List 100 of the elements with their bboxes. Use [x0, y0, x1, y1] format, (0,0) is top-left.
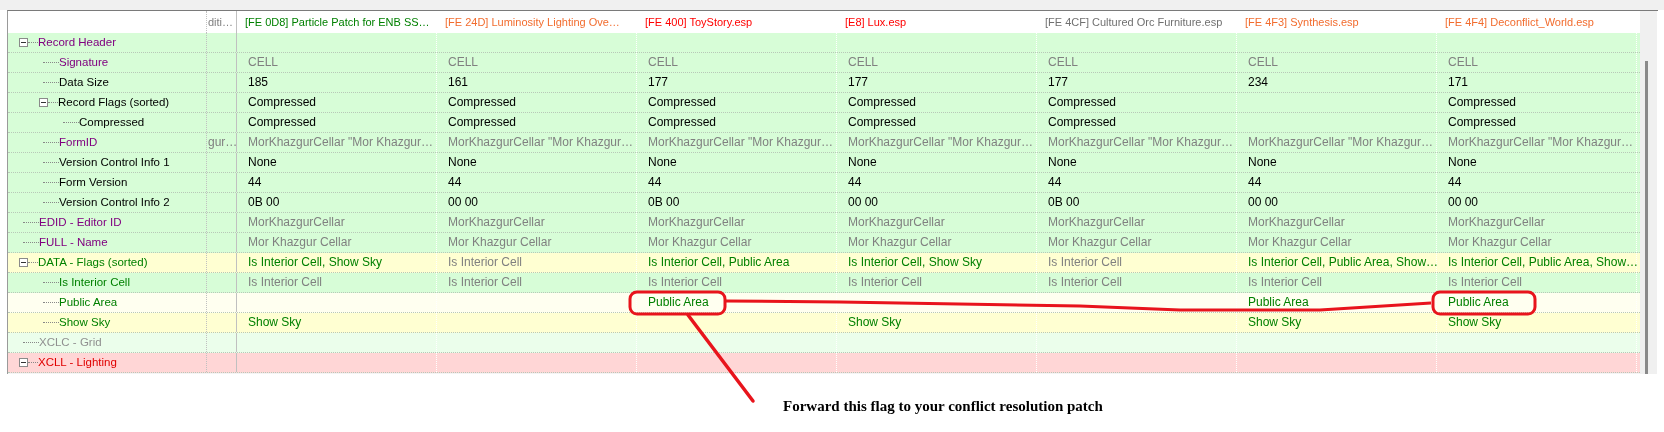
table-cell: Mor Khazgur Cellar	[1448, 235, 1552, 249]
table-cell: Show Sky	[1248, 315, 1302, 329]
table-cell: Public Area	[1448, 295, 1509, 309]
table-cell: Is Interior Cell	[648, 275, 723, 289]
table-cell: Compressed	[448, 95, 517, 109]
table-cell: MorKhazgurCellar "Mor Khazgur…	[1248, 135, 1433, 149]
table-cell: 177	[1048, 75, 1069, 89]
table-cell: MorKhazgurCellar "Mor Khazgur…	[1448, 135, 1633, 149]
table-cell: 0B 00	[1048, 195, 1080, 209]
tree-label[interactable]: Public Area	[59, 293, 118, 312]
table-cell: 0B 00	[248, 195, 280, 209]
table-cell: Compressed	[248, 115, 317, 129]
table-cell: Mor Khazgur Cellar	[248, 235, 352, 249]
table-cell: Compressed	[848, 115, 917, 129]
table-cell: MorKhazgurCellar	[648, 215, 745, 229]
table-cell: 177	[648, 75, 669, 89]
tree-label[interactable]: Record Flags (sorted)	[58, 93, 170, 112]
annotation-text: Forward this flag to your conflict resolution patch	[782, 398, 1104, 415]
table-cell: None	[448, 155, 477, 169]
table-cell: 177	[848, 75, 869, 89]
tree-label[interactable]: Version Control Info 1	[59, 153, 170, 172]
table-cell: None	[1448, 155, 1477, 169]
table-cell: MorKhazgurCellar	[1448, 215, 1545, 229]
tree-label[interactable]: XCLC - Grid	[39, 333, 102, 352]
collapse-icon[interactable]	[39, 98, 48, 107]
table-cell: MorKhazgurCellar	[848, 215, 945, 229]
table-cell: Is Interior Cell	[848, 275, 923, 289]
table-cell: Is Interior Cell	[1248, 275, 1323, 289]
table-cell: Compressed	[1048, 95, 1117, 109]
tree-label[interactable]: Is Interior Cell	[59, 273, 130, 292]
tree-label[interactable]: Record Header	[38, 33, 116, 52]
table-cell: 00 00	[448, 195, 479, 209]
table-cell: Is Interior Cell, Show Sky	[248, 255, 383, 269]
table-cell: Is Interior Cell	[1048, 255, 1123, 269]
table-cell: Compressed	[648, 95, 717, 109]
table-cell: gur…	[208, 135, 238, 149]
tree-label[interactable]: Compressed	[79, 113, 145, 132]
table-cell: MorKhazgurCellar	[448, 215, 545, 229]
table-cell: None	[848, 155, 877, 169]
table-cell: 44	[1248, 175, 1262, 189]
table-cell: Compressed	[248, 95, 317, 109]
table-cell: Is Interior Cell, Public Area, Show…	[1248, 255, 1439, 269]
tree-label[interactable]: Show Sky	[59, 313, 111, 332]
scrollbar-thumb[interactable]	[1645, 61, 1648, 374]
table-cell: CELL	[1248, 55, 1279, 69]
table-cell: Is Interior Cell	[448, 255, 523, 269]
tree-label[interactable]: FULL - Name	[39, 233, 108, 252]
tree-label[interactable]: Signature	[59, 53, 109, 72]
table-cell: CELL	[648, 55, 679, 69]
tree-label[interactable]: EDID - Editor ID	[39, 213, 122, 232]
table-cell: MorKhazgurCellar	[1048, 215, 1145, 229]
collapse-icon[interactable]	[19, 358, 28, 367]
table-cell: Is Interior Cell	[1448, 275, 1523, 289]
table-cell: MorKhazgurCellar	[1248, 215, 1345, 229]
table-cell: CELL	[248, 55, 279, 69]
table-cell: None	[248, 155, 277, 169]
table-cell: 171	[1448, 75, 1469, 89]
collapse-icon[interactable]	[19, 258, 28, 267]
table-cell: MorKhazgurCellar "Mor Khazgur…	[448, 135, 633, 149]
table-cell: Mor Khazgur Cellar	[648, 235, 752, 249]
table-cell: MorKhazgurCellar "Mor Khazgur…	[848, 135, 1033, 149]
table-cell: CELL	[1448, 55, 1479, 69]
table-cell: MorKhazgurCellar "Mor Khazgur…	[248, 135, 433, 149]
table-cell: Compressed	[1448, 95, 1517, 109]
table-cell: 00 00	[1248, 195, 1279, 209]
table-cell: 185	[248, 75, 269, 89]
table-cell: 234	[1248, 75, 1269, 89]
table-cell: 0B 00	[648, 195, 680, 209]
table-cell: CELL	[1048, 55, 1079, 69]
table-cell: 44	[448, 175, 462, 189]
table-cell: 161	[448, 75, 469, 89]
table-cell: None	[1048, 155, 1077, 169]
table-cell: Is Interior Cell	[1048, 275, 1123, 289]
tree-label[interactable]: XCLL - Lighting	[38, 353, 117, 372]
table-cell: Mor Khazgur Cellar	[1048, 235, 1152, 249]
table-cell: Show Sky	[248, 315, 302, 329]
table-cell: Compressed	[1448, 115, 1517, 129]
table-cell: 44	[648, 175, 662, 189]
collapse-icon[interactable]	[19, 38, 28, 47]
table-cell: Show Sky	[848, 315, 902, 329]
tree-label[interactable]: Form Version	[59, 173, 128, 192]
table-cell: CELL	[848, 55, 879, 69]
table-cell: Compressed	[1048, 115, 1117, 129]
table-cell: Compressed	[648, 115, 717, 129]
table-cell: Is Interior Cell	[448, 275, 523, 289]
tree-label[interactable]: Data Size	[59, 73, 109, 92]
table-cell: Compressed	[448, 115, 517, 129]
table-cell: 00 00	[1448, 195, 1479, 209]
table-cell: MorKhazgurCellar "Mor Khazgur…	[648, 135, 833, 149]
table-cell: 00 00	[848, 195, 879, 209]
tree-label[interactable]: FormID	[59, 133, 98, 152]
tree-label[interactable]: Version Control Info 2	[59, 193, 170, 212]
table-cell: MorKhazgurCellar "Mor Khazgur…	[1048, 135, 1233, 149]
table-cell: Is Interior Cell, Public Area, Show…	[1448, 255, 1639, 269]
scrollbar[interactable]	[1640, 11, 1657, 374]
table-cell: 44	[248, 175, 262, 189]
table-cell: 44	[1048, 175, 1062, 189]
table-cell: None	[1248, 155, 1277, 169]
table-cell: Public Area	[1248, 295, 1309, 309]
tree-label[interactable]: DATA - Flags (sorted)	[38, 253, 148, 272]
